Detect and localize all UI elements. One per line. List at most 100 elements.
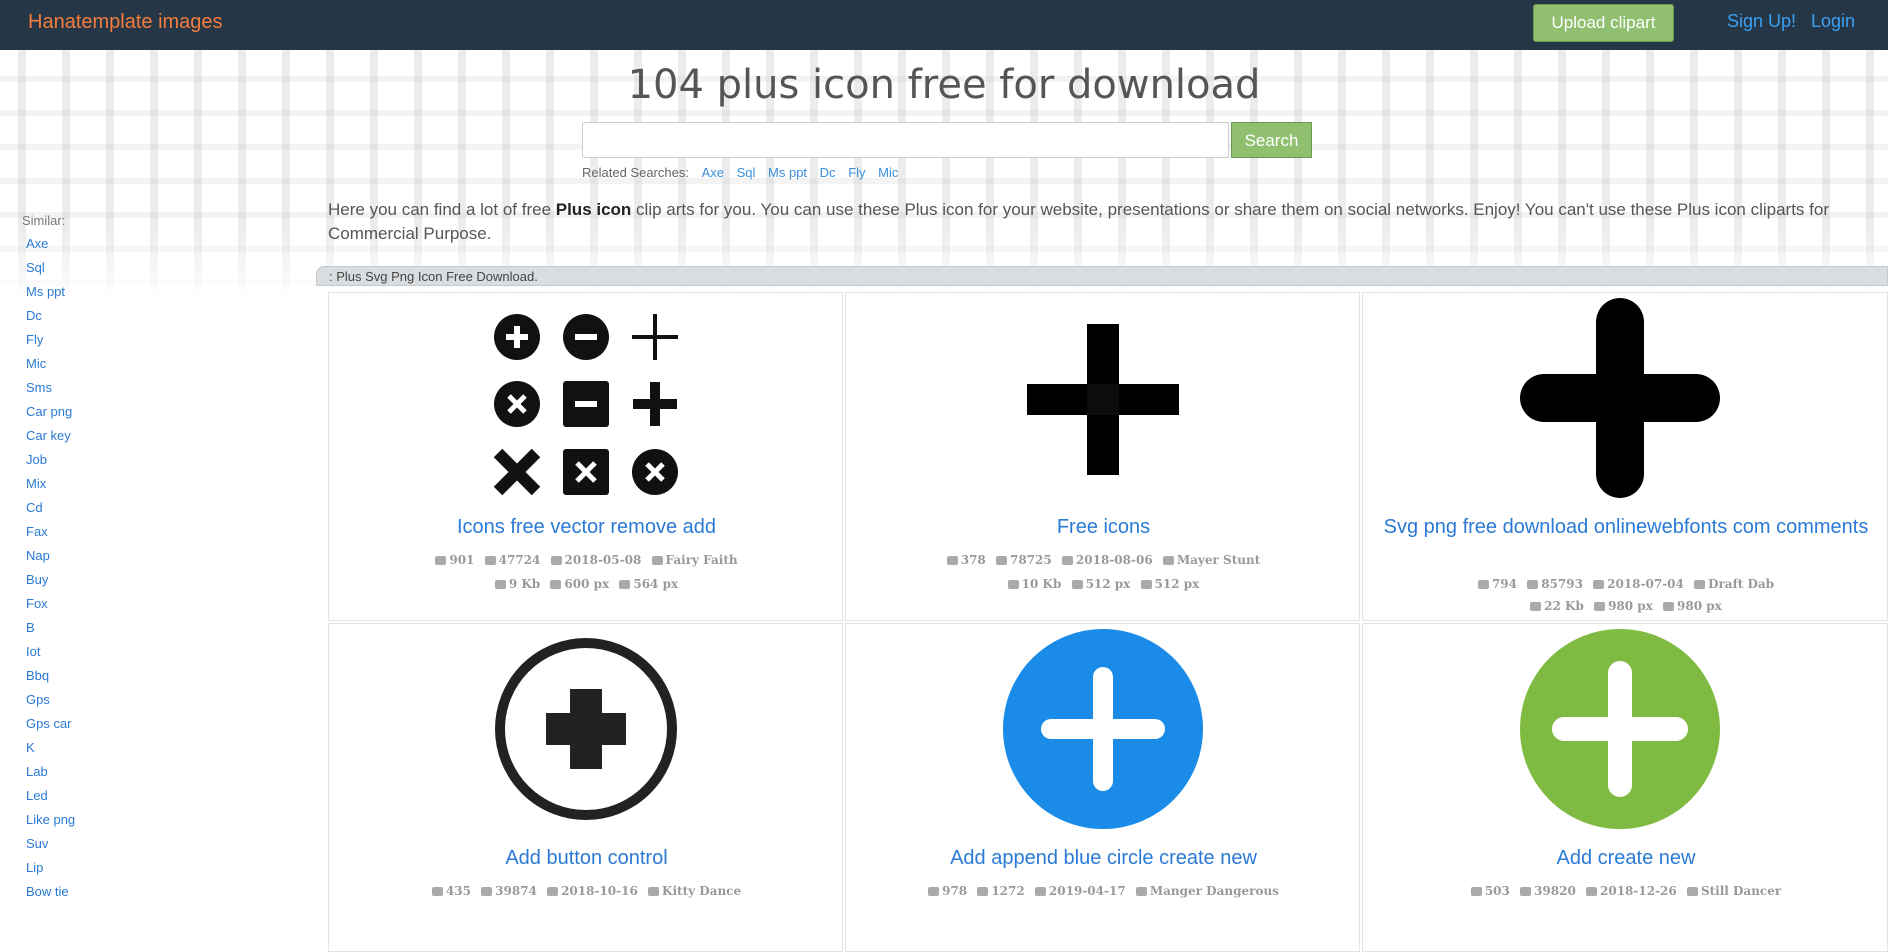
card-file-info: 9 Kb 600 px 564 px	[329, 577, 844, 591]
sidebar-item[interactable]: Iot	[26, 640, 252, 664]
signup-link[interactable]: Sign Up!	[1727, 11, 1796, 32]
sidebar-item[interactable]: Bow tie	[26, 880, 252, 904]
related-link[interactable]: Axe	[702, 165, 724, 180]
card-title[interactable]: Free icons	[846, 515, 1361, 539]
eye-icon	[1527, 580, 1539, 589]
sidebar-item[interactable]: Sql	[26, 256, 252, 280]
sidebar-item[interactable]: Ms ppt	[26, 280, 252, 304]
calendar-icon	[550, 556, 562, 565]
plus-rounded-icon[interactable]	[1520, 298, 1720, 498]
user-icon	[1162, 556, 1174, 565]
cloud-download-icon	[1477, 580, 1489, 589]
brand-logo-link[interactable]: Hanatemplate images	[28, 11, 223, 34]
related-link[interactable]: Mic	[878, 165, 898, 180]
download-count: 435	[431, 884, 471, 898]
sidebar-item[interactable]: Led	[26, 784, 252, 808]
height-arrows-icon	[619, 580, 631, 589]
sidebar-item[interactable]: Axe	[26, 232, 252, 256]
author: Kitty Dance	[648, 884, 741, 898]
top-navbar: Hanatemplate images Upload clipart Sign …	[0, 0, 1888, 50]
card-title[interactable]: Icons free vector remove add	[329, 515, 844, 539]
card-title[interactable]: Add append blue circle create new	[846, 846, 1361, 870]
height: 564 px	[619, 577, 678, 591]
icon-card[interactable]: Add append blue circle create new 978 12…	[845, 623, 1360, 952]
plus-green-circle-icon[interactable]	[1520, 629, 1720, 829]
sidebar-title: Similar:	[22, 213, 66, 228]
eye-icon	[995, 556, 1007, 565]
page-title: 104 plus icon free for download	[627, 62, 1261, 108]
file-icon	[494, 580, 506, 589]
user-icon	[1694, 580, 1706, 589]
plus-square-icon[interactable]	[1003, 298, 1203, 498]
sidebar-item[interactable]: Suv	[26, 832, 252, 856]
plus-blue-circle-icon[interactable]	[1003, 629, 1203, 829]
sidebar-item[interactable]: B	[26, 616, 252, 640]
sidebar-item[interactable]: Sms	[26, 376, 252, 400]
plus-minus-set-icon[interactable]	[486, 298, 686, 498]
sidebar-item[interactable]: Mic	[26, 352, 252, 376]
icon-card[interactable]: Icons free vector remove add 901 47724 2…	[328, 292, 843, 621]
icon-card[interactable]: Svg png free download onlinewebfonts com…	[1362, 292, 1888, 621]
icon-card[interactable]: Add button control 435 39874 2018-10-16 …	[328, 623, 843, 952]
sidebar-item[interactable]: Fly	[26, 328, 252, 352]
card-title[interactable]: Add create new	[1363, 846, 1888, 870]
sidebar-item[interactable]: Gps car	[26, 712, 252, 736]
calendar-icon	[1593, 580, 1605, 589]
width-arrows-icon	[550, 580, 562, 589]
sidebar-item[interactable]: Job	[26, 448, 252, 472]
sidebar-item[interactable]: Lab	[26, 760, 252, 784]
upload-clipart-button[interactable]: Upload clipart	[1533, 4, 1674, 42]
sidebar-item[interactable]: Cd	[26, 496, 252, 520]
sidebar-item[interactable]: Fox	[26, 592, 252, 616]
card-file-info: 10 Kb 512 px 512 px	[846, 577, 1361, 591]
sidebar-item[interactable]: Dc	[26, 304, 252, 328]
sidebar-item[interactable]: Bbq	[26, 664, 252, 688]
width: 600 px	[550, 577, 609, 591]
card-stats: 435 39874 2018-10-16 Kitty Dance	[329, 884, 844, 898]
icon-card[interactable]: Free icons 378 78725 2018-08-06 Mayer St…	[845, 292, 1360, 621]
card-stats: 503 39820 2018-12-26 Still Dancer	[1363, 884, 1888, 898]
related-link[interactable]: Dc	[820, 165, 836, 180]
sidebar-item[interactable]: Buy	[26, 568, 252, 592]
sidebar-item[interactable]: Like png	[26, 808, 252, 832]
sidebar-item[interactable]: Car key	[26, 424, 252, 448]
height: 512 px	[1140, 577, 1199, 591]
related-searches-label: Related Searches:	[582, 165, 689, 180]
card-stats: 378 78725 2018-08-06 Mayer Stunt	[846, 553, 1361, 567]
sidebar-item[interactable]: Lip	[26, 856, 252, 880]
related-link[interactable]: Ms ppt	[768, 165, 807, 180]
search-input[interactable]	[582, 122, 1229, 158]
width: 980 px	[1594, 599, 1653, 613]
icon-card[interactable]: Add create new 503 39820 2018-12-26 Stil…	[1362, 623, 1888, 952]
intro-part1: Here you can find a lot of free	[328, 200, 556, 219]
related-link[interactable]: Fly	[848, 165, 865, 180]
date: 2018-07-04	[1593, 577, 1684, 591]
search-button[interactable]: Search	[1231, 122, 1312, 158]
file-icon	[1007, 580, 1019, 589]
card-title[interactable]: Svg png free download onlinewebfonts com…	[1363, 515, 1888, 539]
plus-circle-outline-icon[interactable]	[486, 629, 686, 829]
sidebar-item[interactable]: Fax	[26, 520, 252, 544]
file-icon	[1530, 602, 1542, 611]
author: Mayer Stunt	[1162, 553, 1260, 567]
sidebar-item[interactable]: Nap	[26, 544, 252, 568]
width-arrows-icon	[1594, 602, 1606, 611]
calendar-icon	[1586, 887, 1597, 896]
sidebar-item[interactable]: Car png	[26, 400, 252, 424]
file-size: 9 Kb	[494, 577, 540, 591]
user-icon	[648, 887, 660, 896]
download-count: 503	[1470, 884, 1510, 898]
sidebar-item[interactable]: Gps	[26, 688, 252, 712]
sidebar-item[interactable]: Mix	[26, 472, 252, 496]
view-count: 85793	[1527, 577, 1583, 591]
card-title[interactable]: Add button control	[329, 846, 844, 870]
card-stats: 794 85793 2018-07-04 Draft Dab	[1363, 577, 1888, 591]
view-count: 39874	[481, 884, 537, 898]
date: 2018-12-26	[1586, 884, 1677, 898]
card-stats: 901 47724 2018-05-08 Fairy Faith	[329, 553, 844, 567]
related-link[interactable]: Sql	[737, 165, 756, 180]
user-icon	[1135, 887, 1147, 896]
sidebar-item[interactable]: K	[26, 736, 252, 760]
cloud-download-icon	[431, 887, 443, 896]
login-link[interactable]: Login	[1811, 11, 1855, 32]
